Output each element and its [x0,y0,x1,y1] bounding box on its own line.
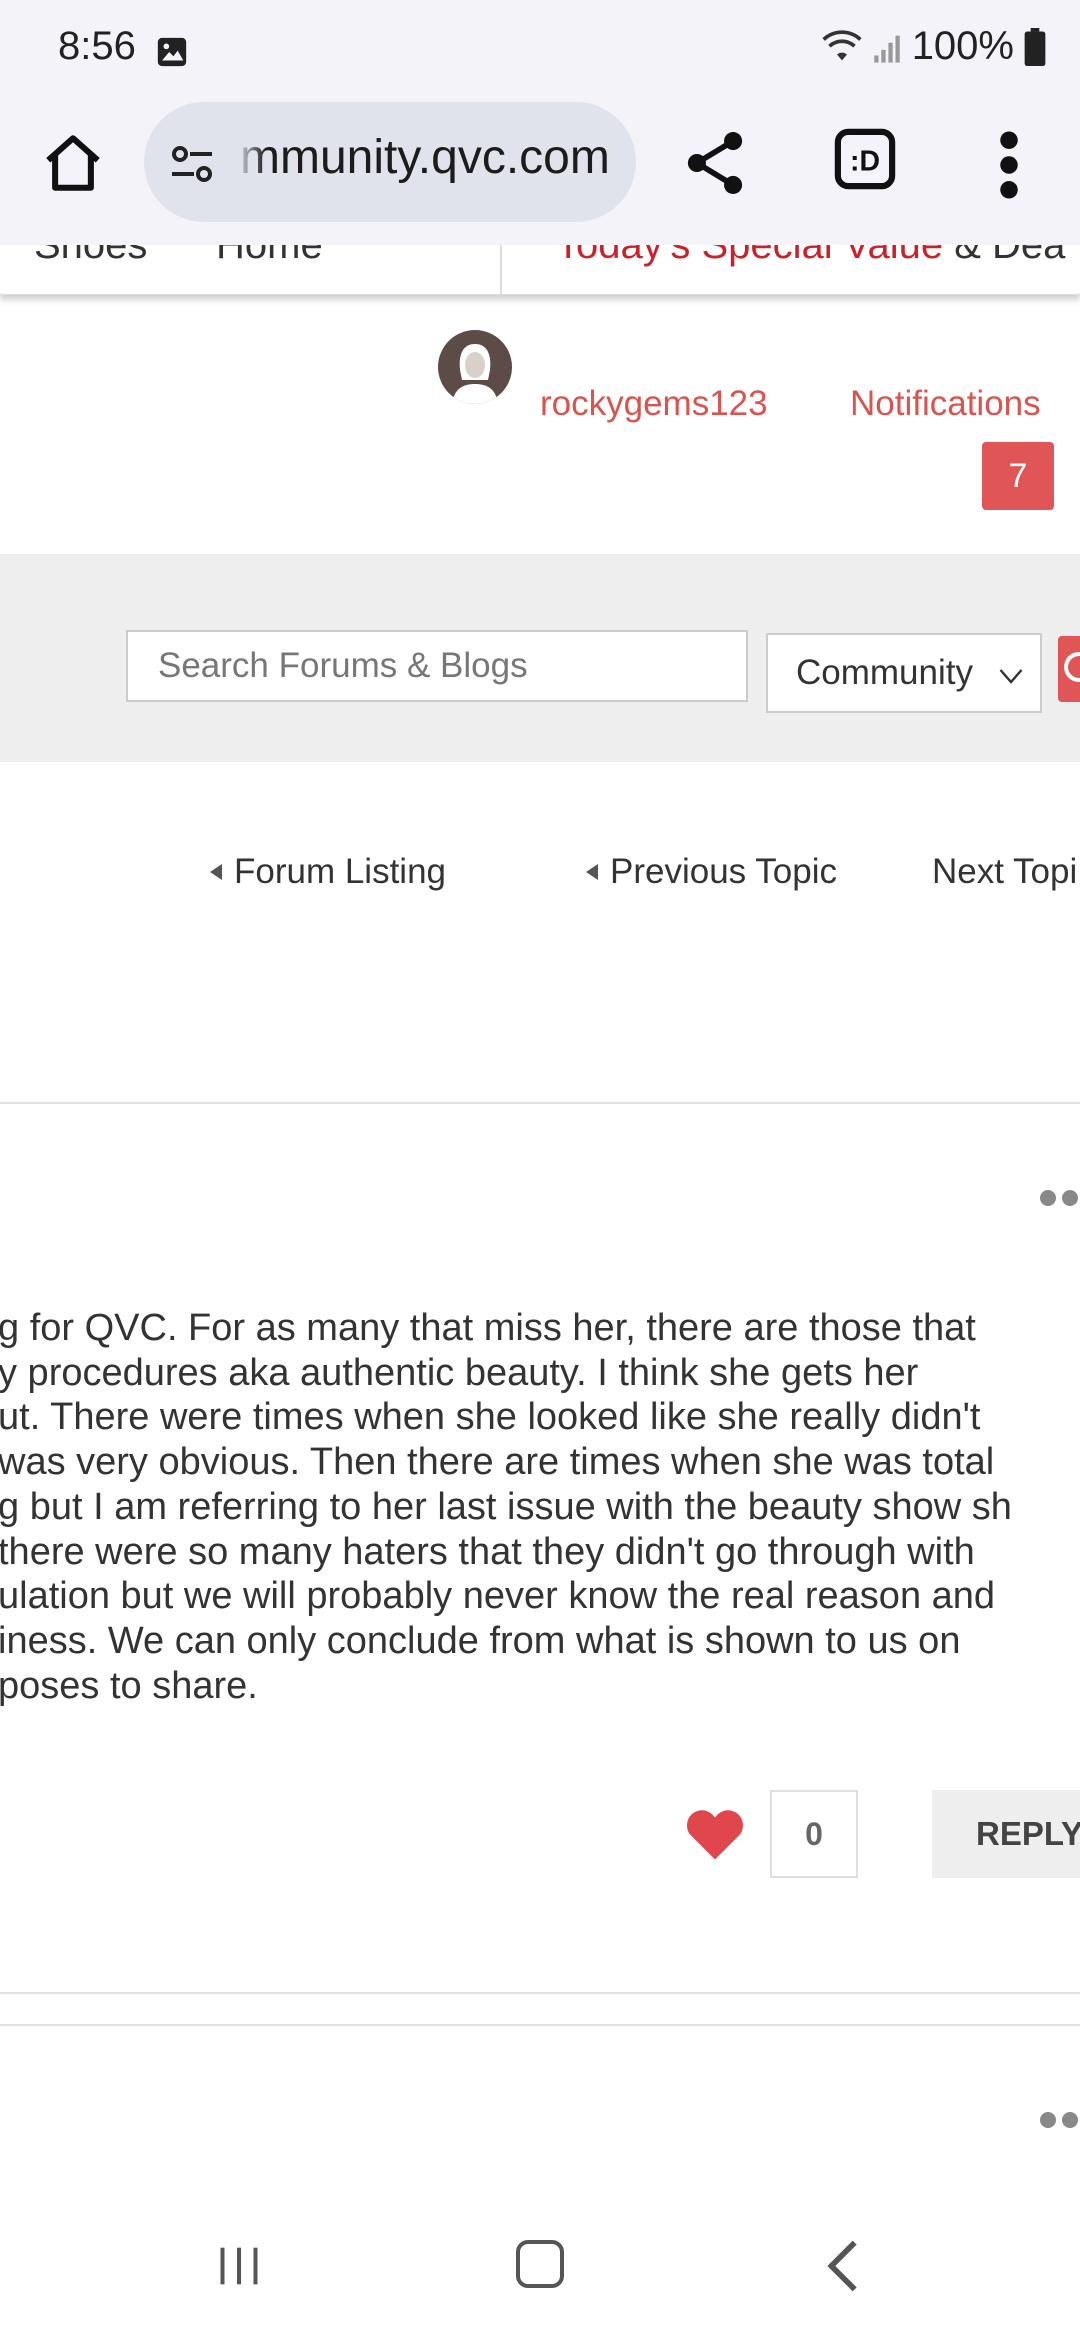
post-options-icon[interactable] [1040,2112,1078,2128]
tab-switcher-icon[interactable]: :D [834,128,896,190]
tsv-label: Today's Special Value [556,245,944,267]
post-line: g for QVC. For as many that miss her, th… [0,1307,976,1349]
battery-percent: 100% [911,24,1014,68]
search-scope-select[interactable]: Community [766,633,1042,713]
user-silhouette-icon [452,344,498,404]
dot [1062,1190,1078,1206]
home-button-icon[interactable] [516,2240,564,2288]
url-fade [236,130,266,190]
post-line: ut. There were times when she looked lik… [0,1396,981,1439]
more-menu-icon[interactable] [996,130,1022,200]
post-body: g for QVC. For as many that miss her, th… [0,1306,1080,1708]
caret-left-icon [210,864,222,880]
username-link[interactable]: rockygems123 [540,384,768,424]
post-line: ulation but we will probably never know … [0,1575,996,1618]
next-topic-link[interactable]: Next Topi [932,852,1077,892]
previous-topic-link[interactable]: Previous Topic [586,852,837,892]
site-nav: Shoes Home Today's Special Value & Dea [0,245,1080,295]
caret-left-icon [586,864,598,880]
battery-icon [1024,27,1046,66]
previous-topic-label: Previous Topic [610,852,837,891]
reply-button[interactable]: REPLY [932,1790,1080,1878]
next-topic-label: Next Topi [932,852,1078,891]
site-settings-icon[interactable] [168,140,216,188]
nav-item-home[interactable]: Home [216,245,323,268]
post-line: was very obvious. Then there are times w… [0,1441,995,1484]
back-icon[interactable] [826,2238,860,2294]
nav-item-todays-special-value[interactable]: Today's Special Value & Dea [556,245,1065,268]
avatar[interactable] [438,330,512,404]
dot [1062,2112,1078,2128]
post-line: poses to share. [0,1664,258,1707]
deals-label: & Dea [943,245,1066,267]
chevron-down-icon [999,669,1023,684]
dot [1040,1190,1056,1206]
recent-apps-icon[interactable] [216,2244,262,2288]
divider [0,2024,1080,2026]
dot [1040,2112,1056,2128]
signal-icon [873,35,900,63]
notifications-count-badge[interactable]: 7 [982,442,1054,510]
image-notification-icon [157,37,187,67]
like-count: 0 [770,1790,858,1878]
divider [0,1102,1080,1104]
status-time: 8:56 [58,24,136,68]
home-icon[interactable] [40,130,106,196]
heart-icon[interactable] [684,1806,746,1862]
forum-listing-link[interactable]: Forum Listing [210,852,446,892]
url-text[interactable]: mmunity.qvc.com [240,130,620,185]
post-line: y procedures aka authentic beauty. I thi… [0,1351,919,1394]
wifi-icon [822,29,862,60]
post-line: g but I am referring to her last issue w… [0,1485,1012,1528]
search-input[interactable] [126,630,748,702]
post-line: iness. We can only conclude from what is… [0,1619,961,1662]
post-line: there were so many haters that they didn… [0,1530,975,1573]
share-icon[interactable] [684,128,746,198]
divider [0,1992,1080,1994]
svg-text::D: :D [850,146,880,178]
forum-listing-label: Forum Listing [234,852,447,891]
status-right-group: 100% [822,24,1046,69]
notifications-link[interactable]: Notifications [850,384,1041,424]
nav-item-shoes[interactable]: Shoes [34,245,147,268]
search-scope-value: Community [796,653,973,692]
post-options-icon[interactable] [1040,1190,1078,1206]
nav-divider [500,245,502,294]
